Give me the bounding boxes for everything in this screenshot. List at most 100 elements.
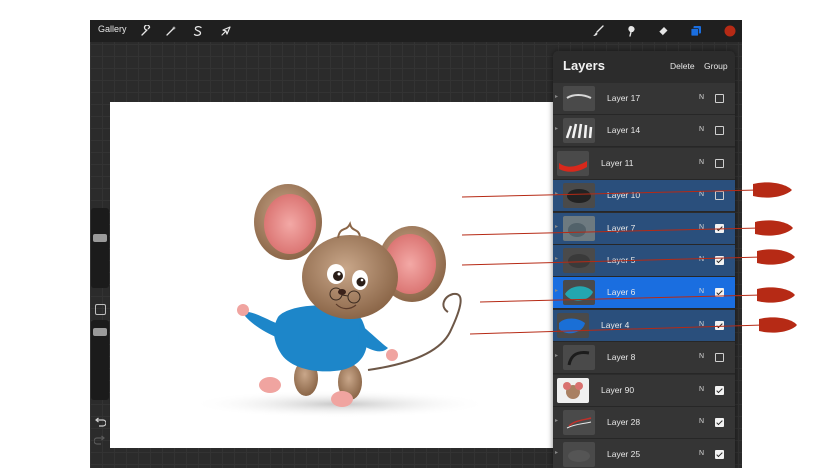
visibility-checkbox[interactable] (715, 158, 724, 168)
undo-icon[interactable] (94, 414, 107, 427)
visibility-checkbox[interactable] (715, 126, 724, 136)
layers-panel-header: Layers Delete Group (553, 51, 735, 81)
delete-button[interactable]: Delete (670, 61, 695, 71)
top-toolbar: Gallery (90, 20, 742, 42)
visibility-checkbox[interactable] (715, 385, 724, 395)
eraser-icon[interactable] (655, 23, 671, 39)
layer-row[interactable]: ▸ Layer 25 N (553, 439, 735, 468)
blend-mode-button[interactable]: N (699, 94, 704, 101)
layer-thumbnail[interactable] (563, 442, 595, 468)
blend-mode-button[interactable]: N (699, 386, 704, 393)
blend-mode-button[interactable]: N (699, 321, 704, 328)
drawing-canvas[interactable] (110, 102, 555, 448)
gallery-button[interactable]: Gallery (98, 24, 127, 34)
mouse-illustration (190, 184, 490, 418)
layer-name: Layer 6 (607, 287, 636, 298)
brush-size-handle[interactable] (93, 234, 107, 242)
visibility-checkbox[interactable] (715, 353, 724, 363)
layers-panel: Layers Delete Group ▸ Layer 17 N ▸ Layer 14 N… (553, 51, 735, 468)
annotation-marker (757, 249, 795, 265)
annotation-marker (757, 287, 795, 303)
arrow-cursor-icon[interactable] (218, 23, 234, 39)
annotation-marker (759, 317, 797, 333)
layer-name: Layer 25 (607, 449, 641, 460)
selection-s-icon[interactable] (190, 23, 206, 39)
layer-row[interactable]: ▸ Layer 10 N (553, 180, 735, 213)
redo-icon[interactable] (93, 432, 106, 445)
layer-thumbnail[interactable] (563, 86, 595, 111)
layer-name: Layer 8 (607, 352, 636, 363)
visibility-checkbox[interactable] (715, 418, 724, 427)
blend-mode-button[interactable]: N (699, 191, 704, 198)
layers-panel-title: Layers (563, 58, 605, 73)
layer-row[interactable]: Layer 90 N (553, 374, 735, 407)
annotation-marker (753, 182, 792, 198)
expand-chevron-icon[interactable]: ▸ (555, 126, 560, 133)
visibility-checkbox[interactable] (715, 191, 724, 201)
layer-thumbnail[interactable] (557, 377, 589, 403)
blend-mode-button[interactable]: N (699, 159, 704, 166)
layer-row[interactable]: Layer 11 N (553, 147, 735, 180)
expand-chevron-icon[interactable]: ▸ (555, 224, 560, 231)
layer-row[interactable]: ▸ Layer 17 N (553, 83, 735, 115)
layer-name: Layer 90 (601, 384, 635, 395)
left-sidebar (91, 208, 109, 448)
layer-row[interactable]: ▸ Layer 8 N (553, 342, 735, 375)
layer-thumbnail[interactable] (563, 118, 595, 144)
annotation-marker (755, 220, 793, 236)
layer-thumbnail[interactable] (557, 312, 589, 338)
layer-name: Layer 7 (607, 222, 636, 233)
layer-row[interactable]: ▸ Layer 14 N (553, 115, 735, 148)
layer-thumbnail[interactable] (563, 215, 595, 241)
visibility-checkbox[interactable] (715, 94, 724, 103)
blend-mode-button[interactable]: N (699, 224, 704, 231)
layer-thumbnail[interactable] (563, 280, 595, 306)
visibility-checkbox[interactable] (715, 256, 724, 265)
layer-row[interactable]: ▸ Layer 5 N (553, 245, 735, 277)
layer-row[interactable]: Layer 4 N (553, 309, 735, 342)
expand-chevron-icon[interactable]: ▸ (555, 191, 560, 198)
layer-thumbnail[interactable] (557, 150, 589, 176)
layer-name: Layer 4 (601, 319, 630, 330)
smudge-icon[interactable] (623, 23, 639, 39)
layer-thumbnail[interactable] (563, 248, 595, 273)
brush-size-slider[interactable] (91, 208, 109, 288)
layer-thumbnail[interactable] (563, 410, 595, 435)
layer-thumbnail[interactable] (563, 345, 595, 371)
visibility-checkbox[interactable] (715, 320, 724, 330)
layer-name: Layer 28 (607, 417, 641, 427)
expand-chevron-icon[interactable]: ▸ (555, 256, 560, 263)
brush-icon[interactable] (590, 23, 606, 39)
layer-row[interactable]: ▸ Layer 7 N (553, 212, 735, 245)
layer-name: Layer 11 (601, 157, 634, 168)
layer-name: Layer 5 (607, 255, 636, 265)
layer-name: Layer 17 (607, 93, 641, 103)
blend-mode-button[interactable]: N (699, 418, 704, 425)
magic-wand-icon[interactable] (163, 23, 179, 39)
procreate-app: Gallery Layers Delete Group ▸ Layer 17 N… (90, 20, 742, 468)
blend-mode-button[interactable]: N (699, 126, 704, 133)
layer-row[interactable]: ▸ Layer 28 N (553, 407, 735, 439)
visibility-checkbox[interactable] (715, 223, 724, 233)
visibility-checkbox[interactable] (715, 450, 724, 460)
square-icon[interactable] (95, 304, 106, 315)
expand-chevron-icon[interactable]: ▸ (555, 418, 560, 425)
opacity-handle[interactable] (93, 328, 107, 336)
blend-mode-button[interactable]: N (699, 288, 704, 295)
expand-chevron-icon[interactable]: ▸ (555, 288, 560, 295)
layer-row[interactable]: ▸ Layer 6 N (553, 277, 735, 310)
color-swatch[interactable] (722, 23, 738, 39)
layer-thumbnail[interactable] (563, 183, 595, 209)
opacity-slider[interactable] (91, 320, 109, 400)
expand-chevron-icon[interactable]: ▸ (555, 94, 560, 101)
layers-icon[interactable] (688, 23, 704, 39)
blend-mode-button[interactable]: N (699, 353, 704, 360)
expand-chevron-icon[interactable]: ▸ (555, 450, 560, 457)
wrench-icon[interactable] (138, 23, 154, 39)
layer-name: Layer 14 (607, 125, 641, 136)
blend-mode-button[interactable]: N (699, 256, 704, 263)
group-button[interactable]: Group (704, 61, 728, 71)
expand-chevron-icon[interactable]: ▸ (555, 353, 560, 360)
blend-mode-button[interactable]: N (699, 450, 704, 457)
visibility-checkbox[interactable] (715, 288, 724, 298)
